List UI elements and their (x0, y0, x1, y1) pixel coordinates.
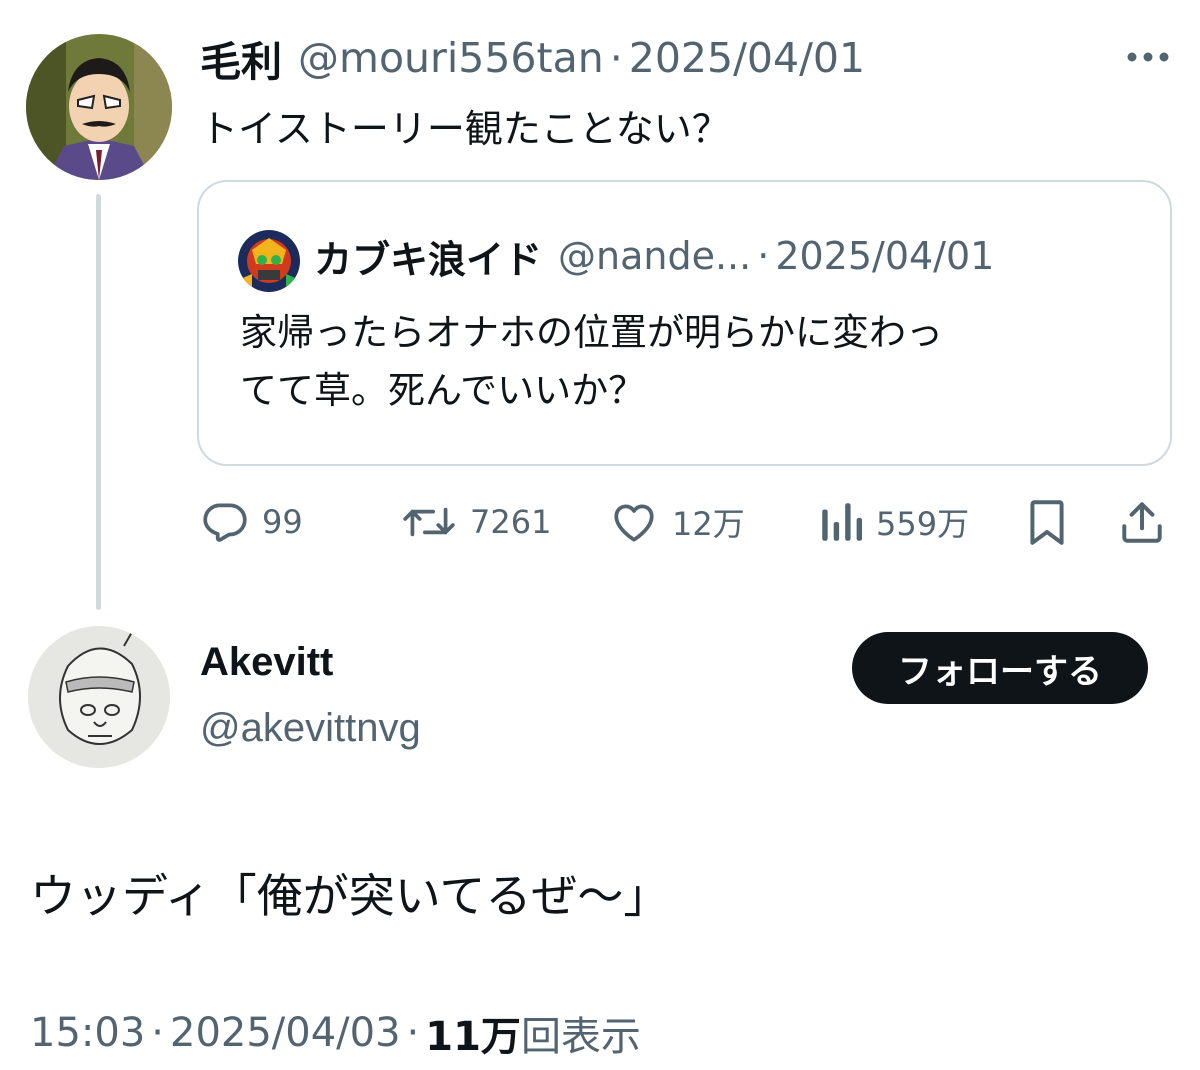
avatar-mouri[interactable] (26, 34, 172, 180)
follow-button[interactable]: フォローする (852, 632, 1148, 704)
avatar-akevitt[interactable] (28, 626, 170, 768)
analytics-icon (822, 503, 863, 541)
share-icon (1122, 502, 1162, 543)
reply-author-handle[interactable]: @akevittnvg (200, 706, 421, 751)
parent-tweet-date[interactable]: 2025/04/01 (629, 34, 865, 82)
quoted-tweet-text: 家帰ったらオナホの位置が明らかに変わっ てて草。死んでいいか？ (240, 304, 1120, 420)
repost-button[interactable]: 7261 (400, 496, 551, 548)
parent-author-handle[interactable]: @mouri556tan (298, 34, 604, 82)
parent-tweet-text: トイストーリー観たことない？ (200, 107, 730, 151)
views-button[interactable]: 559万 (818, 496, 969, 548)
reply-button[interactable]: 99 (200, 496, 303, 548)
anime-character-avatar-icon (26, 34, 172, 180)
separator-dot: · (406, 1010, 420, 1056)
separator-dot: · (757, 234, 770, 278)
views-count: 559万 (876, 505, 970, 543)
reply-tweet-meta: 15:03 · 2025/04/03 · 11万 回表示 (30, 1006, 641, 1060)
tweet-time[interactable]: 15:03 (30, 1010, 145, 1056)
quoted-author-avatar (238, 230, 300, 292)
reply-count: 99 (262, 503, 303, 541)
more-dots-icon[interactable] (1124, 44, 1172, 70)
sketch-face-avatar-icon (28, 626, 170, 768)
share-button[interactable] (1116, 496, 1168, 548)
quoted-tweet-date[interactable]: 2025/04/01 (775, 234, 994, 278)
separator-dot: · (609, 34, 623, 82)
robot-avatar-icon (238, 230, 300, 292)
bookmark-icon (1030, 500, 1064, 545)
tweet-view-count: 11万 (425, 1014, 521, 1060)
parent-author-name[interactable]: 毛利 (200, 28, 282, 88)
repost-icon (403, 507, 455, 537)
bookmark-button[interactable] (1024, 496, 1070, 548)
repost-count: 7261 (470, 503, 552, 541)
separator-dot: · (151, 1010, 164, 1056)
thread-connector-line (96, 194, 101, 610)
parent-tweet-header: 毛利 @mouri556tan · 2025/04/01 (200, 30, 865, 86)
heart-icon (614, 504, 654, 542)
quoted-tweet-line: 家帰ったらオナホの位置が明らかに変わっ (240, 311, 943, 354)
quoted-author-name[interactable]: カブキ浪イド (314, 229, 542, 284)
quoted-tweet-header: カブキ浪イド @nande... · 2025/04/01 (314, 226, 994, 286)
quoted-author-handle[interactable]: @nande... (558, 234, 751, 278)
quoted-tweet-line: てて草。死んでいいか？ (240, 369, 646, 412)
tweet-view-label: 回表示 (520, 1014, 641, 1060)
like-count: 12万 (672, 505, 745, 543)
like-button[interactable]: 12万 (608, 496, 745, 548)
reply-author-name[interactable]: Akevitt (200, 640, 333, 685)
reply-tweet-text: ウッディ「俺が突いてるぜ〜」 (30, 869, 670, 923)
reply-icon (203, 503, 247, 542)
tweet-date[interactable]: 2025/04/03 (170, 1010, 401, 1056)
